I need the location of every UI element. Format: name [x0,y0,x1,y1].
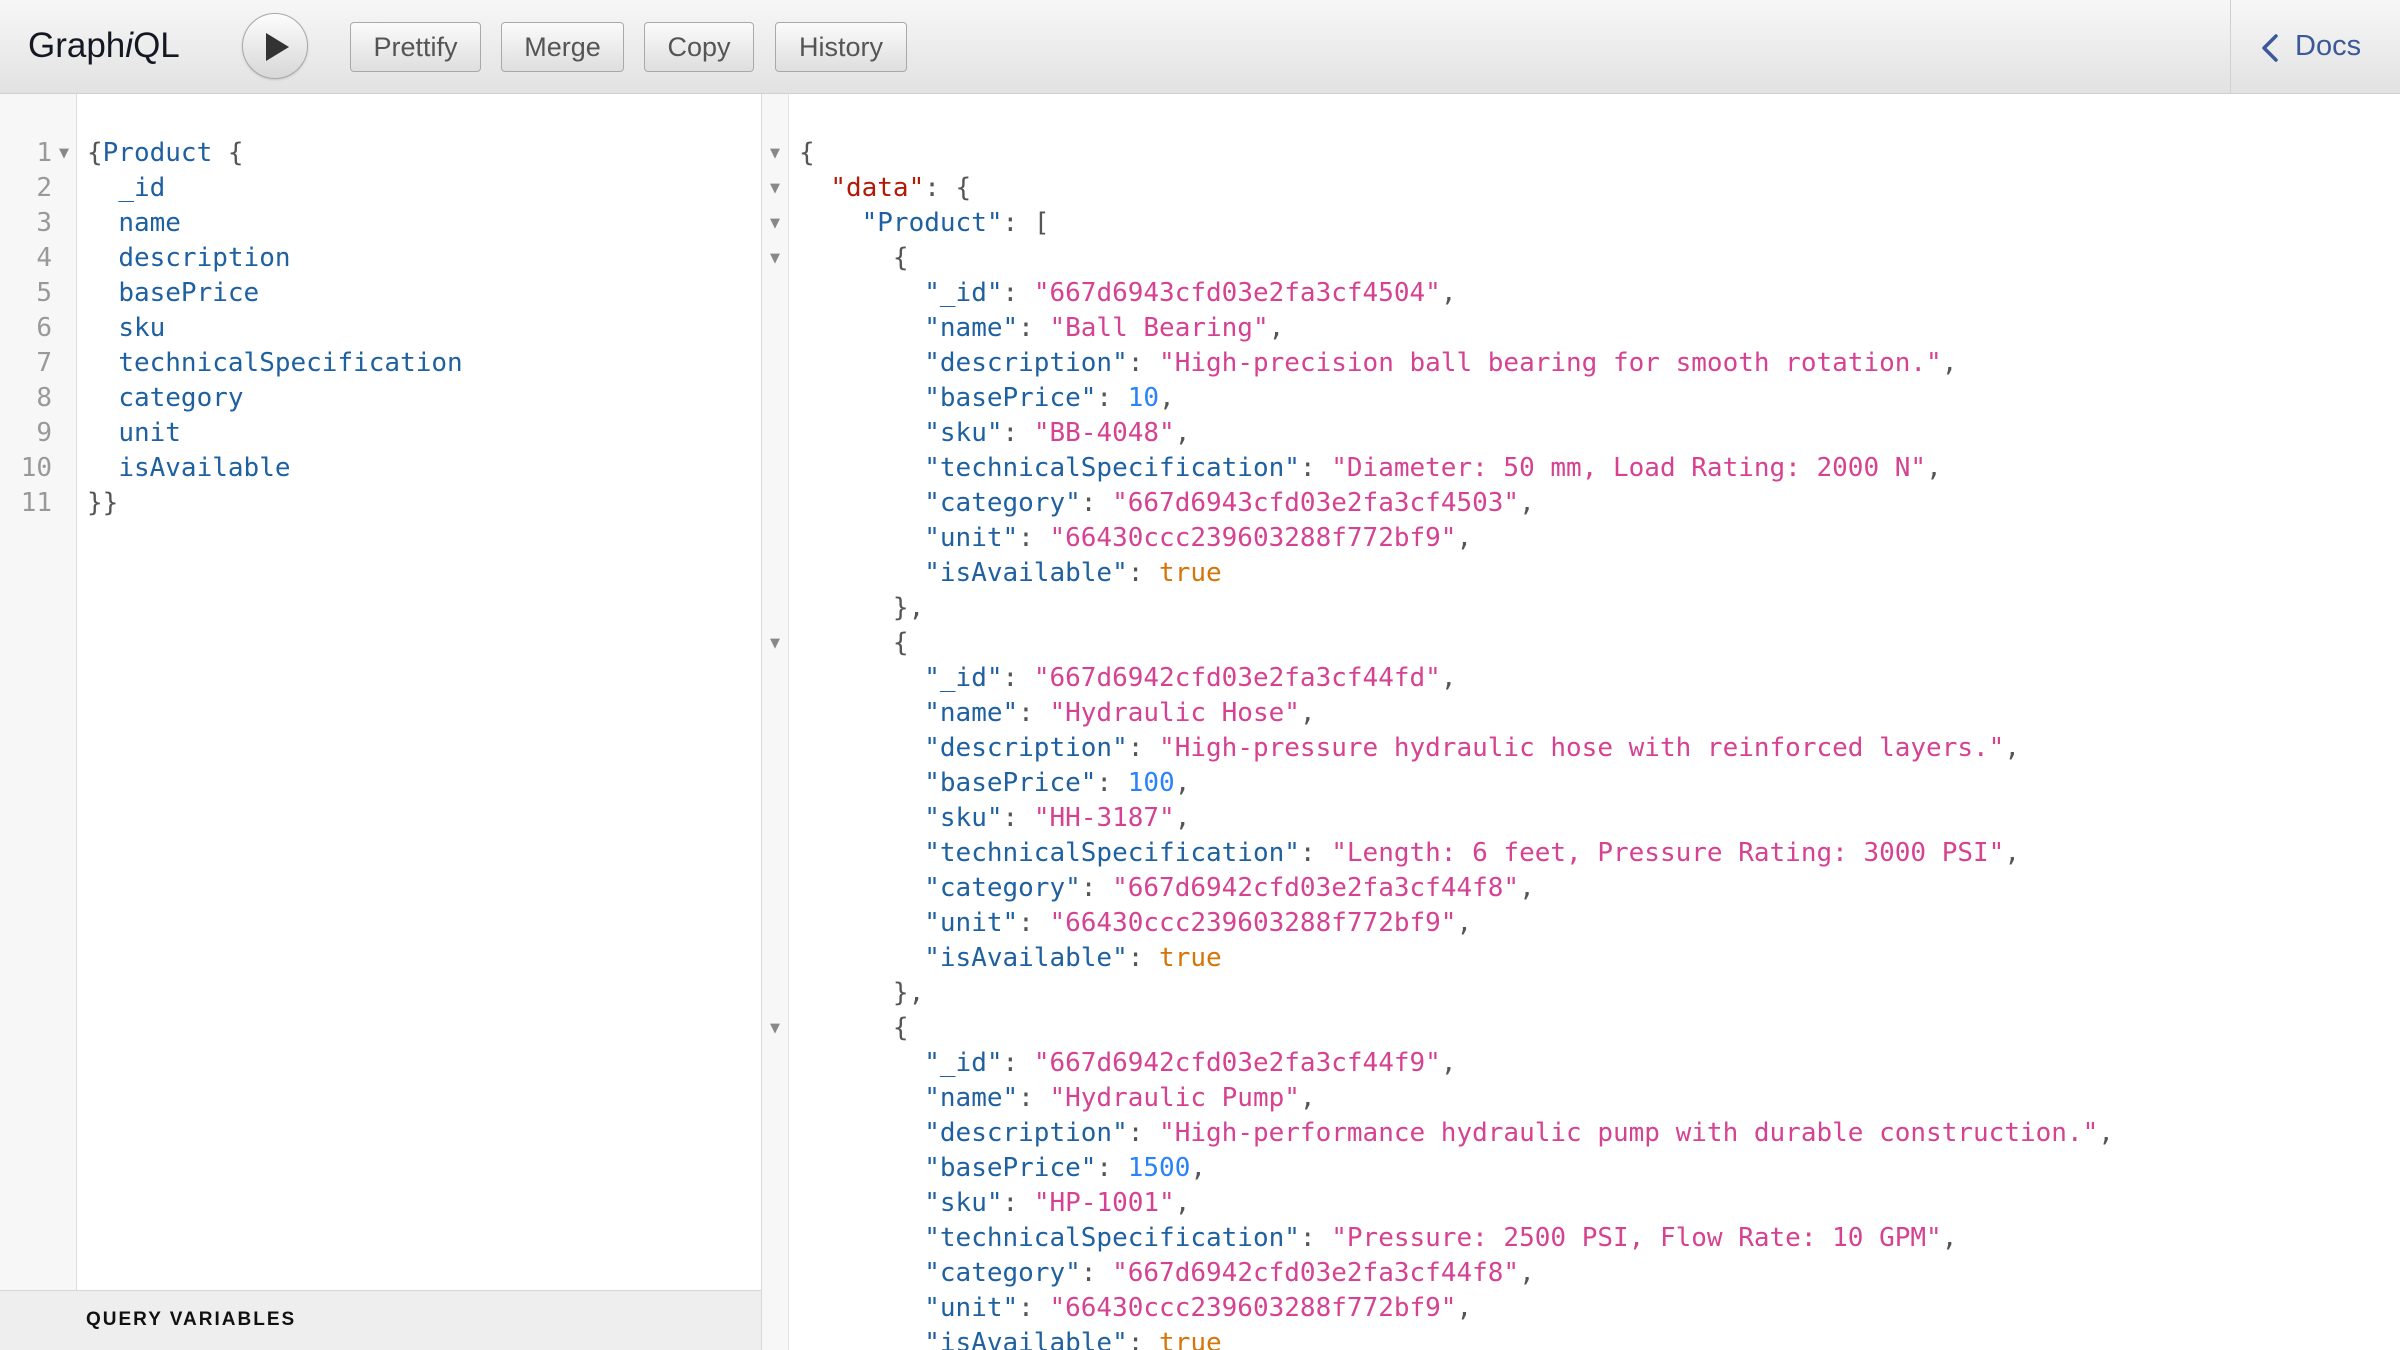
result-line: "description": "High-pressure hydraulic … [924,733,2020,763]
query-line: basePrice [118,278,260,308]
result-line: "basePrice": 1500, [924,1153,1207,1183]
play-icon [266,33,289,61]
result-line: "data": { [830,173,972,203]
query-line: isAvailable [118,453,291,483]
fold-arrow-icon[interactable]: ▼ [59,136,69,171]
result-line: "category": "667d6942cfd03e2fa3cf44f8", [924,1258,1535,1288]
fold-arrow-icon[interactable]: ▼ [770,171,780,206]
prettify-button[interactable]: Prettify [350,22,481,72]
query-line: _id [118,173,166,203]
line-number: 5 [36,278,52,308]
line-number: 11 [20,488,52,518]
fold-arrow-icon[interactable]: ▼ [770,136,780,171]
line-number: 10 [20,453,52,483]
query-line: sku [118,313,166,343]
result-line: "name": "Hydraulic Hose", [924,698,1316,728]
result-line: "description": "High-precision ball bear… [924,348,1958,378]
line-number: 1 [36,138,52,168]
result-line: }, [799,978,925,1008]
graphiql-logo: GraphiQL [28,26,180,65]
line-number: 3 [36,208,52,238]
result-line: "Product": [ [861,208,1050,238]
query-line: name [118,208,181,238]
line-number: 7 [36,348,52,378]
result-line: "sku": "HH-3187", [924,803,1191,833]
result-line: "name": "Ball Bearing", [924,313,1285,343]
result-line: "unit": "66430ccc239603288f772bf9", [924,523,1473,553]
query-line: {Product { [87,138,244,168]
result-line: { [799,1013,909,1043]
result-viewer[interactable]: ▼ ▼ ▼ ▼ ▼ ▼ { "data": { "Product": [ { "… [762,94,2400,1350]
result-line: "isAvailable": true [924,1328,1222,1350]
result-line: "basePrice": 10, [924,383,1175,413]
history-button[interactable]: History [775,22,907,72]
line-number: 2 [36,173,52,203]
execute-query-button[interactable] [242,13,308,79]
result-line: "unit": "66430ccc239603288f772bf9", [924,1293,1473,1323]
result-line: "_id": "667d6942cfd03e2fa3cf44fd", [924,663,1457,693]
fold-arrow-icon[interactable]: ▼ [770,626,780,661]
line-number: 8 [36,383,52,413]
result-line: "isAvailable": true [924,943,1222,973]
chevron-left-icon [2262,34,2278,62]
query-variables-toggle[interactable]: QUERY VARIABLES [0,1290,762,1350]
result-line: }, [799,593,925,623]
result-line: "description": "High-performance hydraul… [924,1118,2114,1148]
result-fold-gutter: ▼ ▼ ▼ ▼ ▼ ▼ [762,94,789,1350]
result-line: "sku": "BB-4048", [924,418,1191,448]
line-number: 9 [36,418,52,448]
result-line: { [799,138,815,168]
result-line: "technicalSpecification": "Pressure: 250… [924,1223,1958,1253]
line-number: 4 [36,243,52,273]
result-line: { [799,243,909,273]
fold-arrow-icon[interactable]: ▼ [770,206,780,241]
merge-button[interactable]: Merge [501,22,624,72]
copy-button[interactable]: Copy [644,22,754,72]
result-line: "_id": "667d6942cfd03e2fa3cf44f9", [924,1048,1457,1078]
docs-panel-toggle: Docs [2230,0,2400,93]
query-line: description [118,243,291,273]
result-line: "basePrice": 100, [924,768,1191,798]
result-line: "sku": "HP-1001", [924,1188,1191,1218]
query-editor[interactable]: 1 ▼ 2 3 4 5 6 7 8 9 10 11 {Product { _id… [0,94,762,1290]
result-line: "category": "667d6942cfd03e2fa3cf44f8", [924,873,1535,903]
query-line: }} [87,488,119,518]
toolbar: GraphiQL Prettify Merge Copy History Doc… [0,0,2400,94]
result-line: "_id": "667d6943cfd03e2fa3cf4504", [924,278,1457,308]
fold-arrow-icon[interactable]: ▼ [770,241,780,276]
line-number-gutter: 1 ▼ 2 3 4 5 6 7 8 9 10 11 [0,94,77,1290]
result-line: { [799,628,909,658]
result-line: "unit": "66430ccc239603288f772bf9", [924,908,1473,938]
result-line: "isAvailable": true [924,558,1222,588]
line-number: 6 [36,313,52,343]
query-line: category [118,383,244,413]
fold-arrow-icon[interactable]: ▼ [770,1011,780,1046]
query-line: technicalSpecification [118,348,463,378]
result-line: "name": "Hydraulic Pump", [924,1083,1316,1113]
result-line: "category": "667d6943cfd03e2fa3cf4503", [924,488,1535,518]
query-line: unit [118,418,181,448]
result-line: "technicalSpecification": "Length: 6 fee… [924,838,2020,868]
result-line: "technicalSpecification": "Diameter: 50 … [924,453,1942,483]
